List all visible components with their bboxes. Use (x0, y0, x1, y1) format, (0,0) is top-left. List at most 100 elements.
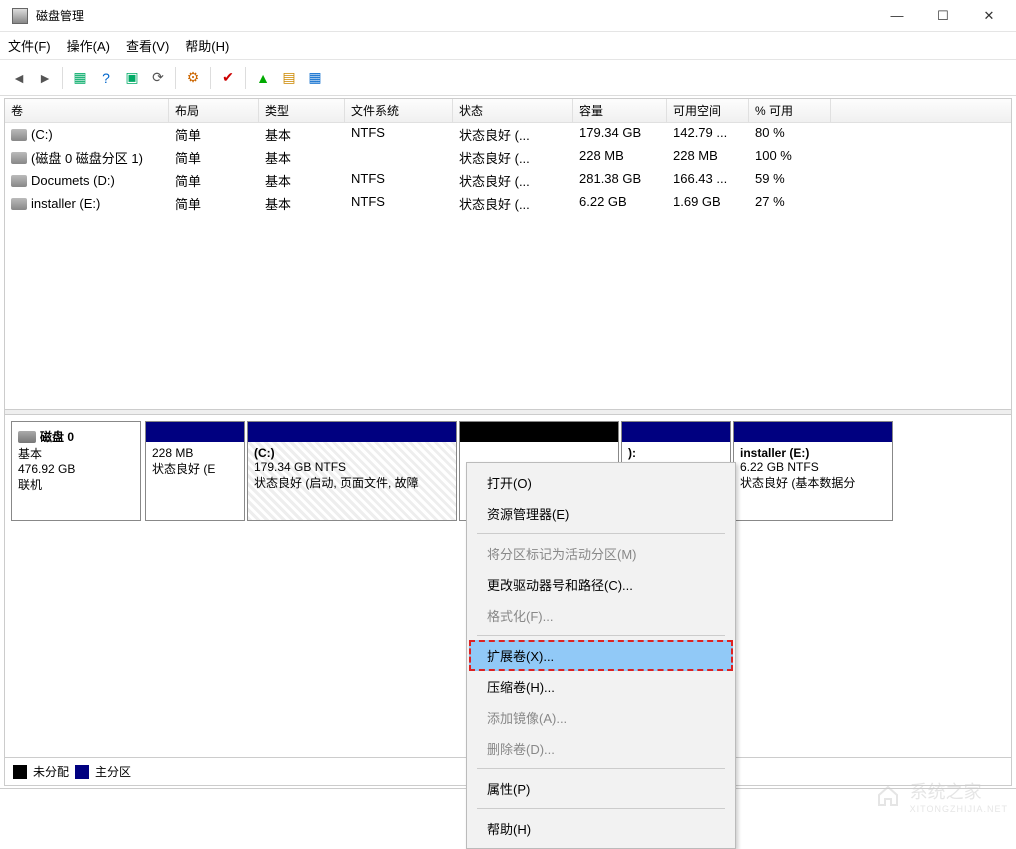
legend-primary: 主分区 (95, 763, 131, 780)
partition-body: (C:)179.34 GB NTFS状态良好 (启动, 页面文件, 故障 (248, 442, 456, 520)
volume-status: 状态良好 (... (453, 169, 573, 192)
volume-layout: 简单 (169, 123, 259, 146)
ctx-mark-active: 将分区标记为活动分区(M) (469, 538, 733, 569)
volume-row[interactable]: (磁盘 0 磁盘分区 1)简单基本状态良好 (...228 MB228 MB10… (5, 146, 1011, 169)
volume-capacity: 179.34 GB (573, 123, 667, 146)
partition-label: installer (E:) (740, 446, 886, 460)
partition-label: (C:) (254, 446, 450, 460)
col-volume[interactable]: 卷 (5, 99, 169, 122)
volume-fs: NTFS (345, 192, 453, 215)
ctx-add-mirror: 添加镜像(A)... (469, 702, 733, 733)
col-free[interactable]: 可用空间 (667, 99, 749, 122)
toolbar: ◄ ► ▦ ? ▣ ⟳ ⚙ ✔ ▲ ▤ ▦ (0, 60, 1016, 96)
volume-pct: 59 % (749, 169, 831, 192)
ctx-extend[interactable]: 扩展卷(X)... (469, 640, 733, 671)
volume-name: (C:) (31, 127, 53, 142)
watermark-sub: XITONGZHIJIA.NET (910, 804, 1008, 814)
partition-bar (248, 422, 456, 442)
check-icon[interactable]: ✔ (217, 67, 239, 89)
volume-status: 状态良好 (... (453, 146, 573, 169)
volume-capacity: 228 MB (573, 146, 667, 169)
titlebar: 磁盘管理 — ☐ ✕ (0, 0, 1016, 32)
volume-free: 166.43 ... (667, 169, 749, 192)
disk-size: 476.92 GB (18, 462, 134, 476)
settings-icon[interactable]: ⚙ (182, 67, 204, 89)
grid-icon[interactable]: ▦ (304, 67, 326, 89)
ctx-open[interactable]: 打开(O) (469, 467, 733, 498)
volume-icon (11, 175, 27, 187)
columns-icon[interactable]: ▦ (69, 67, 91, 89)
partition-sub: 6.22 GB NTFS (740, 460, 886, 474)
ctx-shrink[interactable]: 压缩卷(H)... (469, 671, 733, 702)
volume-type: 基本 (259, 146, 345, 169)
volume-pct: 100 % (749, 146, 831, 169)
col-type[interactable]: 类型 (259, 99, 345, 122)
volume-free: 1.69 GB (667, 192, 749, 215)
volume-type: 基本 (259, 123, 345, 146)
volume-fs (345, 146, 453, 169)
partition[interactable]: 228 MB状态良好 (E (145, 421, 245, 521)
partition-stat: 状态良好 (启动, 页面文件, 故障 (254, 474, 450, 491)
ctx-help[interactable]: 帮助(H) (469, 813, 733, 844)
volume-name: Documets (D:) (31, 173, 115, 188)
volume-fs: NTFS (345, 169, 453, 192)
list-header: 卷 布局 类型 文件系统 状态 容量 可用空间 % 可用 (5, 99, 1011, 123)
house-icon (874, 784, 902, 808)
disk-info[interactable]: 磁盘 0 基本 476.92 GB 联机 (11, 421, 141, 521)
window-buttons: — ☐ ✕ (874, 0, 1012, 32)
app-icon (12, 8, 28, 24)
volume-name: installer (E:) (31, 196, 100, 211)
partition-stat: 状态良好 (E (152, 460, 238, 477)
volume-layout: 简单 (169, 146, 259, 169)
col-pctfree[interactable]: % 可用 (749, 99, 831, 122)
export-icon[interactable]: ▣ (121, 67, 143, 89)
volume-free: 142.79 ... (667, 123, 749, 146)
volume-layout: 简单 (169, 192, 259, 215)
menubar: 文件(F) 操作(A) 查看(V) 帮助(H) (0, 32, 1016, 60)
volume-pct: 80 % (749, 123, 831, 146)
col-fs[interactable]: 文件系统 (345, 99, 453, 122)
partition[interactable]: installer (E:)6.22 GB NTFS状态良好 (基本数据分 (733, 421, 893, 521)
disk-name: 磁盘 0 (40, 428, 74, 445)
ctx-delete: 删除卷(D)... (469, 733, 733, 764)
col-layout[interactable]: 布局 (169, 99, 259, 122)
menu-file[interactable]: 文件(F) (8, 36, 51, 55)
legend-unalloc: 未分配 (33, 763, 69, 780)
volume-icon (11, 152, 27, 164)
volume-row[interactable]: Documets (D:)简单基本NTFS状态良好 (...281.38 GB1… (5, 169, 1011, 192)
back-icon[interactable]: ◄ (8, 67, 30, 89)
disk-status: 联机 (18, 476, 134, 493)
window-title: 磁盘管理 (36, 7, 874, 24)
volume-fs: NTFS (345, 123, 453, 146)
menu-help[interactable]: 帮助(H) (185, 36, 229, 55)
col-capacity[interactable]: 容量 (573, 99, 667, 122)
volume-layout: 简单 (169, 169, 259, 192)
partition-bar (146, 422, 244, 442)
minimize-button[interactable]: — (874, 0, 920, 32)
partition-bar (460, 422, 618, 442)
ctx-format: 格式化(F)... (469, 600, 733, 631)
menu-view[interactable]: 查看(V) (126, 36, 169, 55)
volume-row[interactable]: installer (E:)简单基本NTFS状态良好 (...6.22 GB1.… (5, 192, 1011, 215)
legend-primary-swatch (75, 765, 89, 779)
legend-unalloc-swatch (13, 765, 27, 779)
list-icon[interactable]: ▤ (278, 67, 300, 89)
forward-icon[interactable]: ► (34, 67, 56, 89)
maximize-button[interactable]: ☐ (920, 0, 966, 32)
partition[interactable]: (C:)179.34 GB NTFS状态良好 (启动, 页面文件, 故障 (247, 421, 457, 521)
help-icon[interactable]: ? (95, 67, 117, 89)
ctx-properties[interactable]: 属性(P) (469, 773, 733, 804)
volume-row[interactable]: (C:)简单基本NTFS状态良好 (...179.34 GB142.79 ...… (5, 123, 1011, 146)
up-icon[interactable]: ▲ (252, 67, 274, 89)
refresh-icon[interactable]: ⟳ (147, 67, 169, 89)
ctx-explorer[interactable]: 资源管理器(E) (469, 498, 733, 529)
partition-stat: 状态良好 (基本数据分 (740, 474, 886, 491)
close-button[interactable]: ✕ (966, 0, 1012, 32)
watermark: 系统之家 XITONGZHIJIA.NET (874, 778, 1008, 814)
volume-name: (磁盘 0 磁盘分区 1) (31, 148, 143, 167)
col-status[interactable]: 状态 (453, 99, 573, 122)
volume-type: 基本 (259, 192, 345, 215)
volume-list: 卷 布局 类型 文件系统 状态 容量 可用空间 % 可用 (C:)简单基本NTF… (5, 99, 1011, 409)
menu-action[interactable]: 操作(A) (67, 36, 110, 55)
ctx-change-letter[interactable]: 更改驱动器号和路径(C)... (469, 569, 733, 600)
